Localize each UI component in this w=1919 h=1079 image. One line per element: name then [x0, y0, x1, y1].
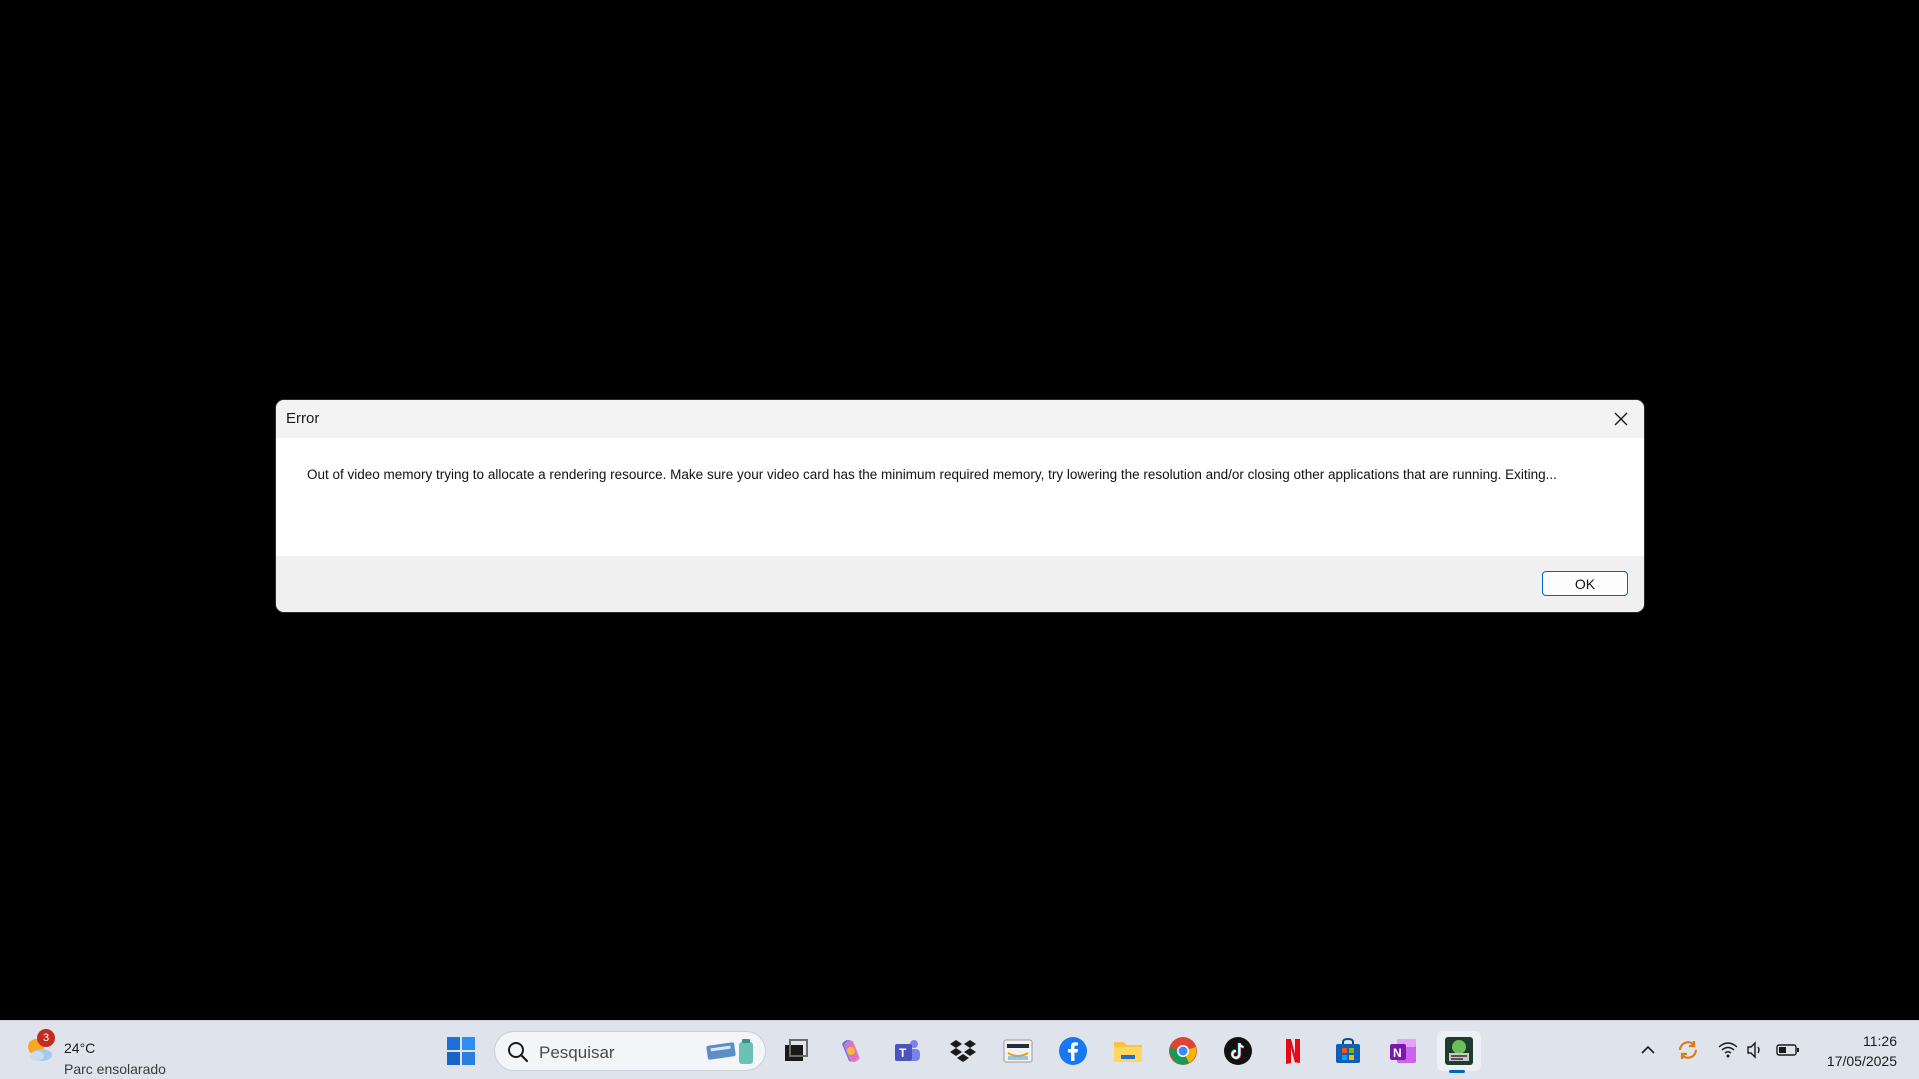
sync-status-button[interactable] — [1675, 1037, 1701, 1063]
amazon-icon — [1003, 1039, 1033, 1063]
amazon-button[interactable] — [998, 1031, 1038, 1071]
copilot-icon — [842, 1040, 860, 1062]
taskbar: 3 24°C Parc ensolarado Pesquisar T N 11:… — [0, 1020, 1919, 1079]
netflix-icon — [1286, 1039, 1300, 1064]
svg-text:T: T — [899, 1046, 907, 1060]
error-dialog: Error Out of video memory trying to allo… — [276, 400, 1644, 612]
teams-button[interactable]: T — [887, 1031, 927, 1071]
chrome-button[interactable] — [1163, 1031, 1203, 1071]
teams-icon: T — [895, 1040, 920, 1061]
sync-icon — [1678, 1041, 1698, 1059]
wifi-button[interactable] — [1715, 1037, 1741, 1063]
tiktok-icon — [1224, 1037, 1252, 1065]
ok-button[interactable]: OK — [1542, 571, 1628, 596]
facebook-icon — [1059, 1037, 1087, 1065]
volume-icon — [1747, 1041, 1760, 1059]
task-view-icon — [785, 1039, 808, 1061]
facebook-button[interactable] — [1053, 1031, 1093, 1071]
clock-date: 17/05/2025 — [1826, 1053, 1897, 1069]
battery-button[interactable] — [1775, 1037, 1801, 1063]
onenote-icon: N — [1390, 1039, 1416, 1063]
task-view-button[interactable] — [776, 1031, 816, 1071]
copilot-button[interactable] — [831, 1031, 871, 1071]
travel-highlight-icon — [706, 1039, 753, 1064]
microsoft-store-button[interactable] — [1328, 1031, 1368, 1071]
search-input[interactable]: Pesquisar — [494, 1031, 766, 1071]
chevron-up-icon — [1641, 1045, 1655, 1054]
weather-condition: Parc ensolarado — [64, 1061, 166, 1077]
wifi-icon — [1718, 1042, 1738, 1058]
error-message: Out of video memory trying to allocate a… — [307, 467, 1557, 482]
clock-time: 11:26 — [1863, 1033, 1897, 1049]
svg-text:N: N — [1393, 1046, 1402, 1060]
search-icon — [508, 1042, 529, 1063]
folder-icon — [1114, 1042, 1142, 1062]
search-placeholder: Pesquisar — [539, 1043, 615, 1062]
dialog-body: Out of video memory trying to allocate a… — [276, 438, 1644, 556]
clock[interactable]: 11:26 17/05/2025 — [1827, 1031, 1897, 1071]
dropbox-button[interactable] — [943, 1031, 983, 1071]
start-button[interactable] — [443, 1033, 479, 1069]
weather-widget[interactable]: 3 24°C Parc ensolarado — [22, 1029, 192, 1077]
windows-logo-icon — [447, 1037, 475, 1065]
file-explorer-button[interactable] — [1108, 1031, 1148, 1071]
dropbox-icon — [950, 1040, 976, 1062]
tiktok-button[interactable] — [1218, 1031, 1258, 1071]
volume-button[interactable] — [1742, 1037, 1768, 1063]
store-icon — [1336, 1037, 1360, 1063]
close-icon — [1614, 412, 1628, 426]
active-app-indicator — [1449, 1070, 1465, 1073]
netflix-button[interactable] — [1273, 1031, 1313, 1071]
dialog-title: Error — [286, 410, 320, 427]
battery-icon — [1776, 1044, 1799, 1056]
weather-badge: 3 — [37, 1029, 55, 1047]
game-app-button[interactable] — [1437, 1031, 1481, 1073]
show-hidden-icons-button[interactable] — [1635, 1037, 1661, 1063]
weather-temperature: 24°C — [64, 1040, 96, 1056]
chrome-icon — [1169, 1037, 1197, 1065]
onenote-button[interactable]: N — [1383, 1031, 1423, 1071]
close-button[interactable] — [1598, 400, 1644, 438]
dialog-footer: OK — [276, 556, 1644, 612]
game-app-icon — [1445, 1037, 1473, 1065]
desktop: Error Out of video memory trying to allo… — [0, 0, 1919, 1020]
dialog-titlebar[interactable]: Error — [276, 400, 1644, 438]
